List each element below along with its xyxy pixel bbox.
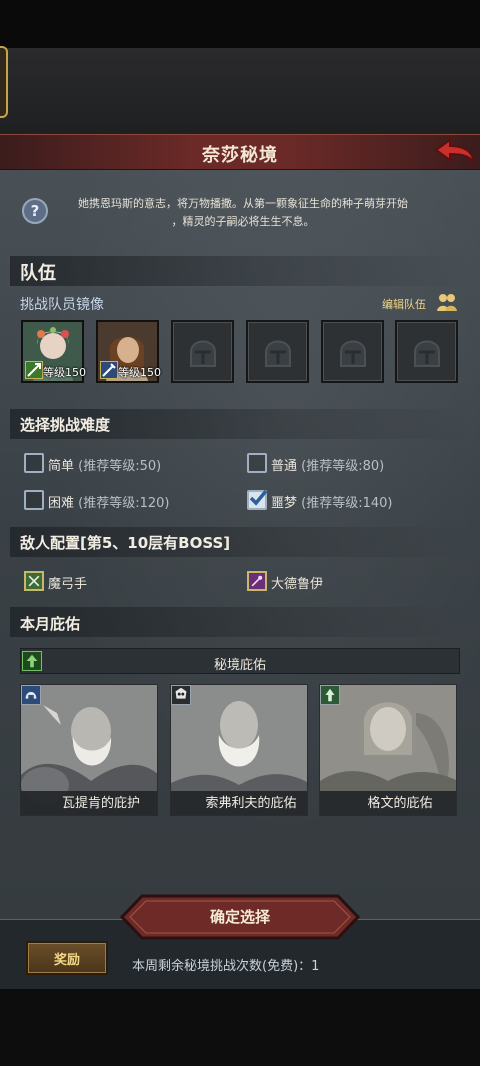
difficulty-normal-label[interactable]: 普通 (推荐等级:80) — [271, 455, 384, 474]
empty-helmet-icon — [414, 340, 440, 367]
status-bar — [0, 0, 480, 48]
team-slot-2[interactable]: 等级150 — [96, 320, 161, 383]
difficulty-nightmare-checkbox[interactable] — [247, 489, 268, 510]
empty-helmet-icon — [190, 340, 216, 367]
hunter-class-icon — [25, 361, 43, 379]
sword-class-icon — [100, 361, 118, 379]
remaining-attempts-text: 本周剩余秘境挑战次数(免费)：1 — [132, 959, 320, 974]
team-subtitle: 挑战队员镜像 — [20, 297, 104, 313]
description-line-1: 她携恩玛斯的意志，将万物播撒。从第一颗象征生命的种子萌芽开始 — [78, 197, 408, 210]
enemy-2-name: 大德鲁伊 — [271, 577, 324, 592]
team-slot-3-empty[interactable] — [171, 320, 234, 383]
navigation-area — [0, 989, 480, 1066]
blessing-card-2-label: 索弗利夫的庇佑 — [205, 796, 297, 811]
back-arrow-icon[interactable] — [432, 136, 476, 168]
team-slot-6-empty[interactable] — [395, 320, 458, 383]
team-slot-4-empty[interactable] — [246, 320, 309, 383]
enemy-section-title: 敌人配置[第5、10层有BOSS] — [20, 534, 231, 552]
checkmark-icon — [249, 489, 268, 506]
empty-helmet-icon — [340, 340, 366, 367]
difficulty-hard-label[interactable]: 困难 (推荐等级:120) — [48, 492, 170, 511]
blessing-card-gwen[interactable]: 格文的庇佑 — [319, 684, 457, 816]
side-tab[interactable] — [0, 46, 8, 118]
slot-1-level: 等级150 — [43, 366, 86, 379]
confirm-button-label[interactable]: 确定选择 — [120, 906, 360, 927]
difficulty-easy-checkbox[interactable] — [24, 453, 44, 473]
difficulty-hard-checkbox[interactable] — [24, 490, 44, 510]
background-strip — [0, 48, 480, 134]
druid-enemy-icon[interactable] — [247, 571, 267, 591]
empty-helmet-icon — [265, 340, 291, 367]
difficulty-normal-name: 普通 — [271, 459, 298, 474]
blessing-section-title: 本月庇佑 — [20, 615, 81, 633]
reward-button-label[interactable]: 奖励 — [26, 949, 108, 968]
team-section-bar — [10, 256, 470, 286]
helmet-badge-icon — [21, 685, 41, 705]
blessing-header-label: 秘境庇佑 — [213, 658, 266, 673]
team-section-title: 队伍 — [20, 263, 56, 284]
skull-badge-icon — [171, 685, 191, 705]
blessing-card-1-label: 瓦提肯的庇护 — [61, 796, 140, 811]
description-line-2: ，精灵的子嗣必将生生不息。 — [171, 215, 315, 228]
enemy-1-name: 魔弓手 — [48, 577, 88, 592]
blessing-card-sofriev[interactable]: 索弗利夫的庇佑 — [170, 684, 308, 816]
blessing-card-3-label: 格文的庇佑 — [367, 796, 433, 811]
difficulty-nightmare-name: 噩梦 — [271, 496, 298, 511]
help-icon[interactable]: ? — [22, 198, 48, 224]
realm-description: 她携恩玛斯的意志，将万物播撒。从第一颗象征生命的种子萌芽开始 ，精灵的子嗣必将生… — [58, 195, 428, 231]
slot-2-level: 等级150 — [118, 366, 161, 379]
difficulty-hard-name: 困难 — [48, 496, 75, 511]
team-slot-5-empty[interactable] — [321, 320, 384, 383]
archer-enemy-icon[interactable] — [24, 571, 44, 591]
tree-badge-icon — [320, 685, 340, 705]
edit-team-button[interactable]: 编辑队伍 — [382, 296, 426, 312]
blessing-card-vatiken[interactable]: 瓦提肯的庇护 — [20, 684, 158, 816]
difficulty-normal-checkbox[interactable] — [247, 453, 267, 473]
difficulty-easy-label[interactable]: 简单 (推荐等级:50) — [48, 455, 161, 474]
team-edit-icon[interactable] — [436, 292, 458, 312]
page-title: 奈莎秘境 — [202, 145, 278, 166]
difficulty-nightmare-rec: (推荐等级:140) — [301, 496, 393, 511]
difficulty-section-title: 选择挑战难度 — [20, 416, 111, 434]
difficulty-normal-rec: (推荐等级:80) — [301, 459, 385, 474]
difficulty-easy-rec: (推荐等级:50) — [78, 459, 162, 474]
difficulty-nightmare-label[interactable]: 噩梦 (推荐等级:140) — [271, 492, 393, 511]
difficulty-hard-rec: (推荐等级:120) — [78, 496, 170, 511]
team-slot-1[interactable]: 等级150 — [21, 320, 86, 383]
difficulty-easy-name: 简单 — [48, 459, 75, 474]
